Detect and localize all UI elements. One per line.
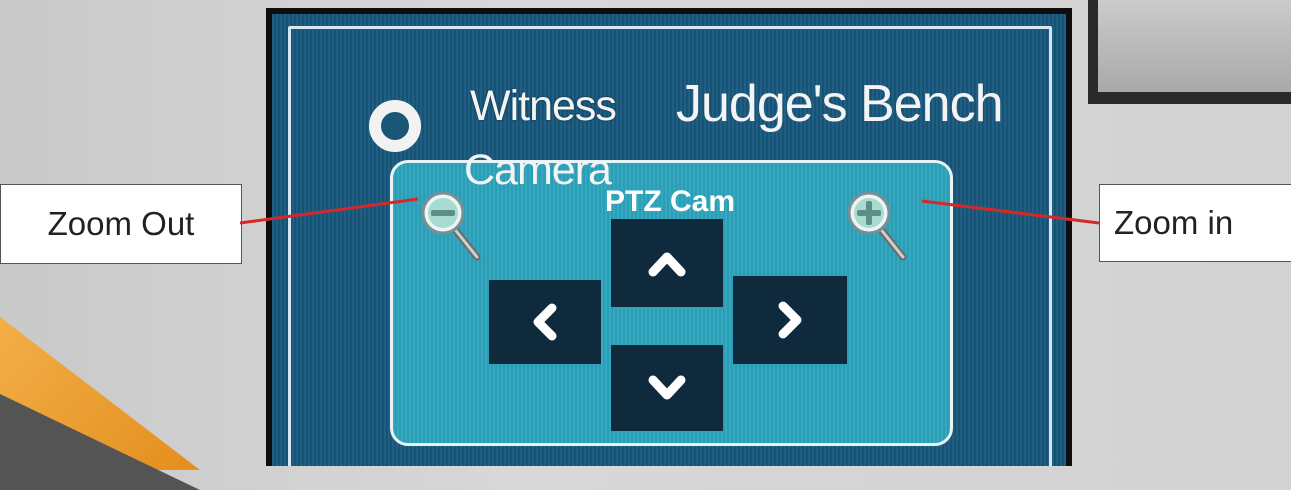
ptz-panel-title: PTZ Cam xyxy=(605,185,736,218)
pan-down-button[interactable] xyxy=(611,345,723,431)
pan-up-button[interactable] xyxy=(611,219,723,307)
ptz-control-panel: PTZ Cam xyxy=(390,160,953,446)
zoom-in-callout: Zoom in xyxy=(1099,184,1291,262)
chevron-down-icon xyxy=(648,375,686,400)
zoom-out-icon xyxy=(421,191,481,261)
inset-photo-content xyxy=(1098,0,1291,92)
witness-camera-label-line1: Witness xyxy=(470,82,617,130)
zoom-in-icon xyxy=(847,191,907,261)
chevron-right-icon xyxy=(778,301,802,339)
pan-right-button[interactable] xyxy=(733,276,847,364)
witness-camera-label-line2: Camera xyxy=(464,146,612,194)
chevron-up-icon xyxy=(648,252,686,277)
zoom-out-callout: Zoom Out xyxy=(0,184,242,264)
inset-photo xyxy=(1088,0,1291,104)
camera-radio-button[interactable] xyxy=(369,100,421,152)
touch-panel-display: Witness Camera Judge's Bench PTZ Cam xyxy=(272,14,1066,466)
touch-panel-photo: Witness Camera Judge's Bench PTZ Cam xyxy=(266,8,1072,466)
selected-camera-label: Judge's Bench xyxy=(676,75,1003,133)
pan-left-button[interactable] xyxy=(489,280,601,364)
zoom-in-button[interactable] xyxy=(845,187,909,263)
zoom-out-button[interactable] xyxy=(419,187,483,263)
chevron-left-icon xyxy=(533,303,557,341)
